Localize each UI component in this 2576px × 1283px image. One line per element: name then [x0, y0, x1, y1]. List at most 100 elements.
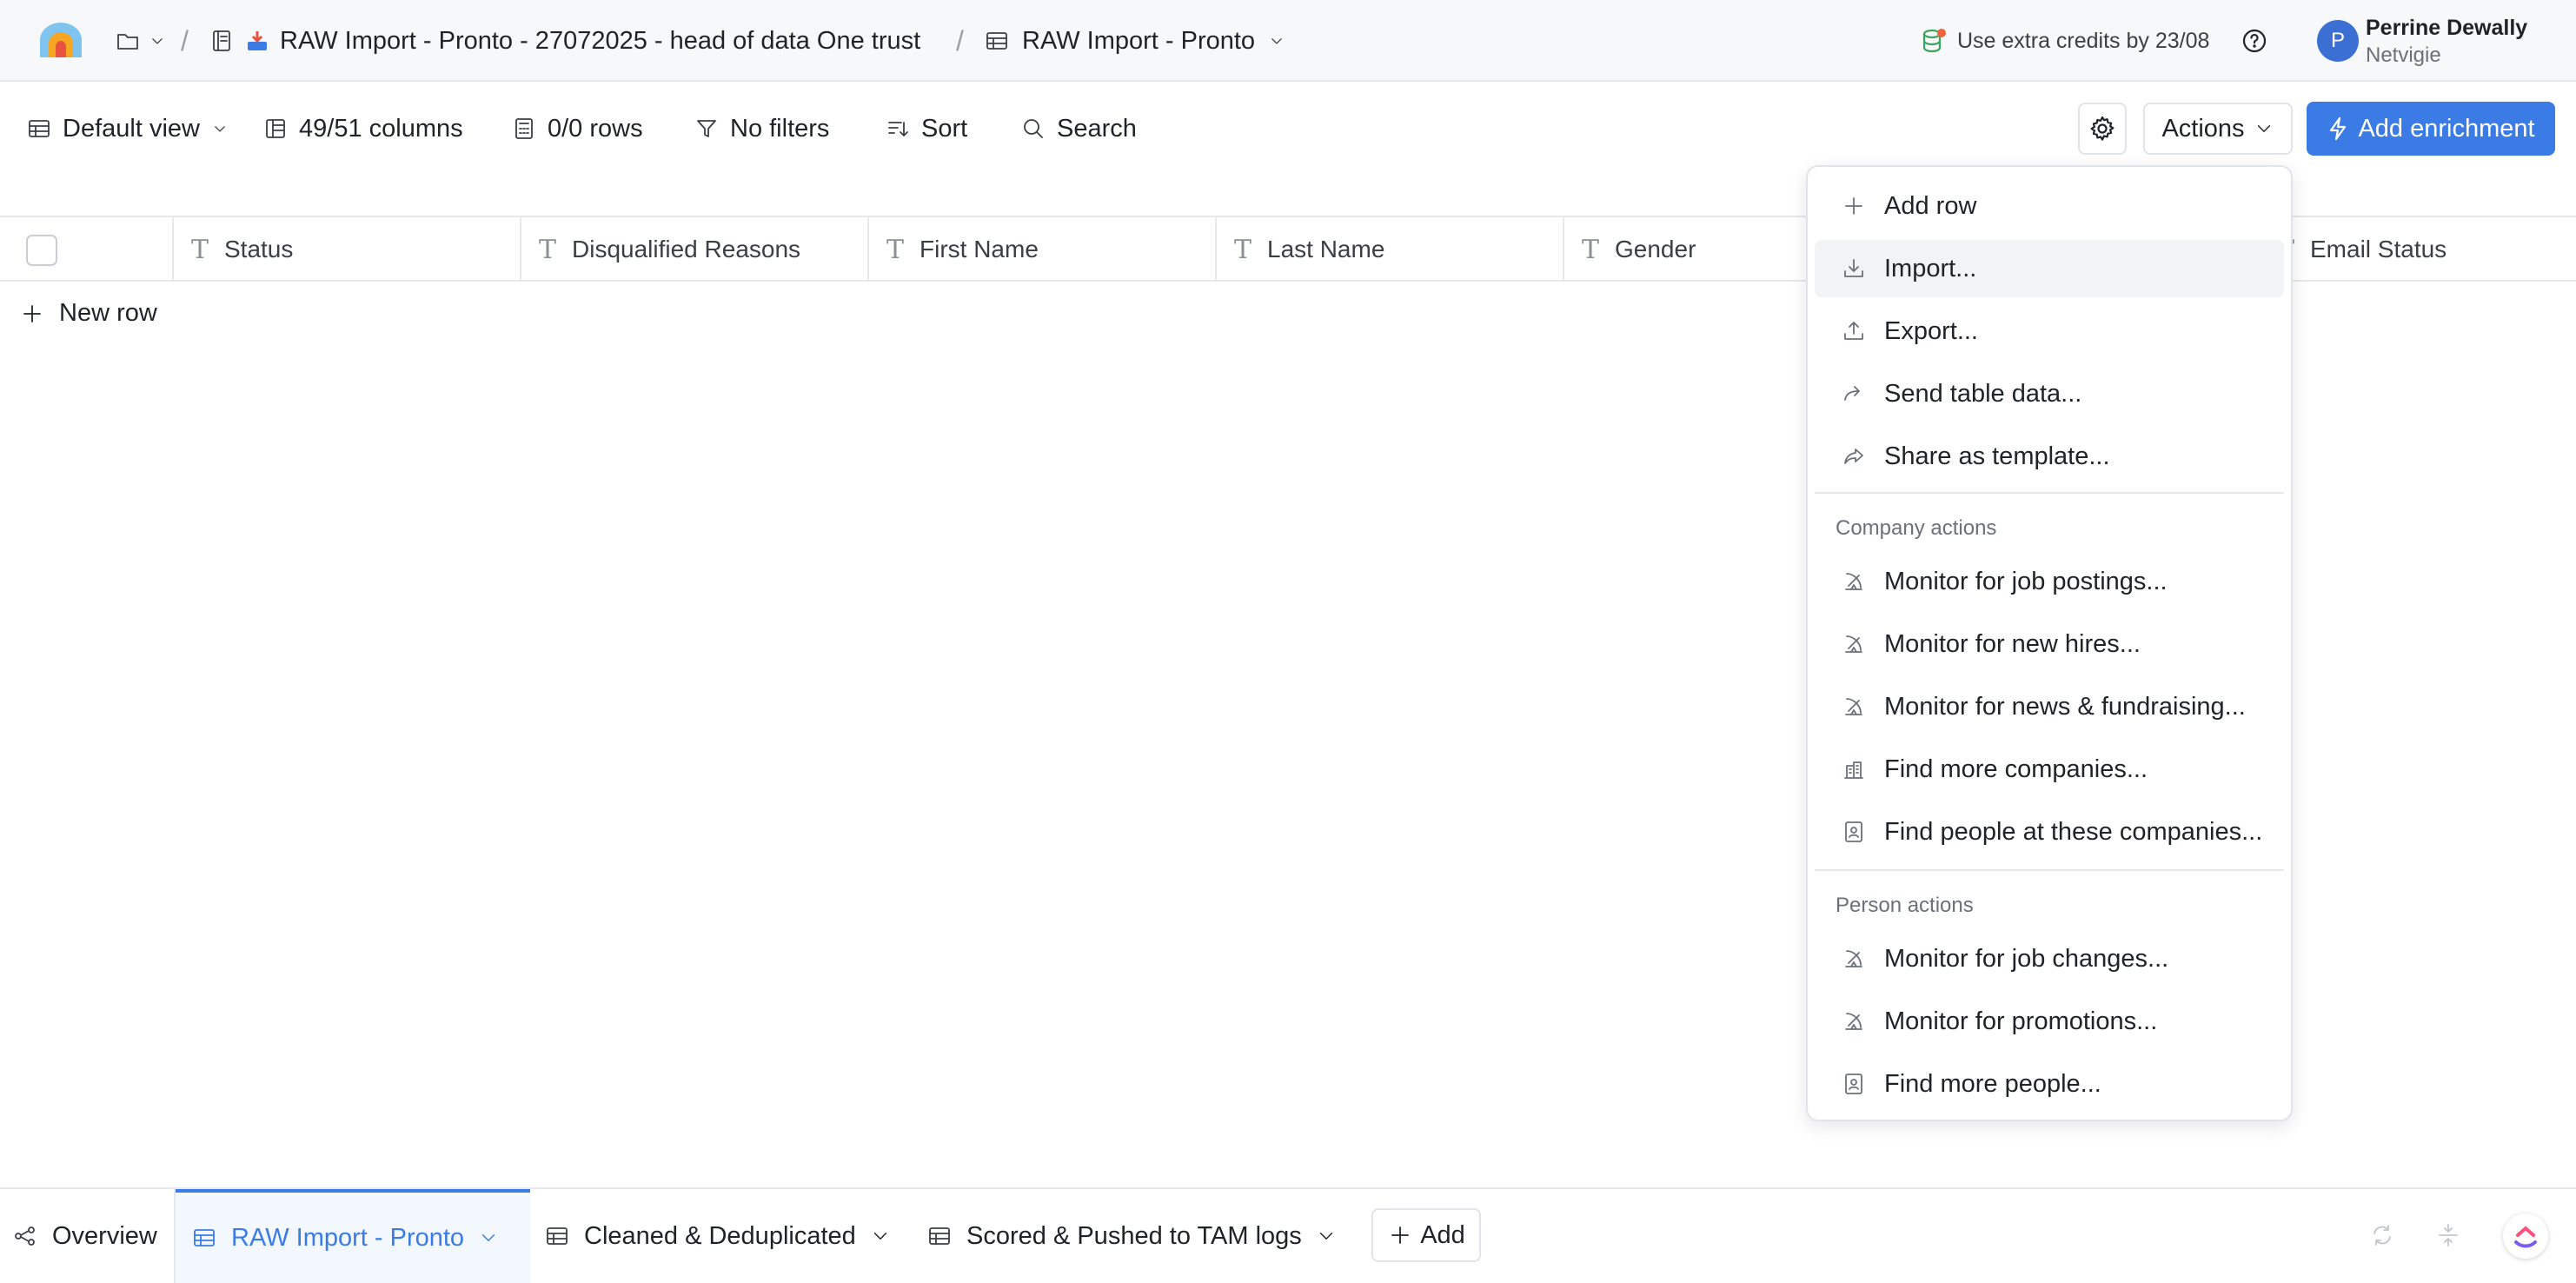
rows-label: 0/0 rows — [548, 114, 643, 143]
extra-credits-notice[interactable]: Use extra credits by 23/08 — [1919, 0, 2209, 82]
menu-item-share-as-template[interactable]: Share as template... — [1815, 428, 2284, 485]
table-icon — [194, 1229, 215, 1246]
column-header-email-status[interactable]: T Email Status — [2260, 217, 2576, 282]
workflow-icon — [15, 1226, 35, 1246]
settings-button[interactable] — [2078, 103, 2127, 155]
select-column — [0, 217, 174, 282]
calculator-icon — [515, 118, 533, 139]
breadcrumb-document[interactable]: RAW Import - Pronto - 27072025 - head of… — [209, 0, 920, 82]
menu-item-find-people-at-companies[interactable]: Find people at these companies... — [1815, 803, 2284, 861]
add-enrichment-button[interactable]: Add enrichment — [2307, 102, 2555, 156]
filter-icon — [697, 120, 716, 137]
tab-cleaned-deduplicated[interactable]: Cleaned & Deduplicated — [544, 1189, 891, 1283]
user-avatar[interactable]: P — [2317, 20, 2359, 62]
menu-item-label: Import... — [1884, 254, 1977, 283]
breadcrumb-document-label: RAW Import - Pronto - 27072025 - head of… — [280, 26, 921, 55]
menu-item-label: Send table data... — [1884, 379, 2082, 408]
column-header-label: Gender — [1615, 236, 1696, 263]
columns-button[interactable]: 49/51 columns — [262, 83, 463, 174]
contact-card-icon — [1845, 821, 1862, 842]
share-icon — [1844, 449, 1863, 464]
menu-item-label: Monitor for news & fundraising... — [1884, 692, 2246, 721]
select-all-checkbox[interactable] — [26, 235, 57, 266]
rows-button[interactable]: 0/0 rows — [511, 83, 643, 174]
menu-item-import[interactable]: Import... — [1815, 240, 2284, 297]
help-icon[interactable] — [2241, 27, 2268, 55]
menu-item-label: Monitor for promotions... — [1884, 1007, 2158, 1035]
view-selector-label: Default view — [63, 114, 200, 143]
view-selector[interactable]: Default view — [26, 83, 229, 174]
filters-button[interactable]: No filters — [694, 83, 829, 174]
menu-item-label: Monitor for job postings... — [1884, 567, 2168, 595]
folder-dropdown[interactable] — [115, 0, 167, 82]
top-bar: / RAW Import - Pronto - 27072025 - head … — [0, 0, 2576, 82]
menu-item-label: Export... — [1884, 316, 1978, 345]
text-type-icon: T — [1234, 234, 1252, 265]
search-icon — [1024, 119, 1043, 138]
menu-item-send-table-data[interactable]: Send table data... — [1815, 365, 2284, 422]
column-header-disqualified-reasons[interactable]: T Disqualified Reasons — [521, 217, 869, 282]
tab-overview[interactable]: Overview — [12, 1189, 157, 1283]
column-header-last-name[interactable]: T Last Name — [1217, 217, 1564, 282]
refresh-icon[interactable] — [2369, 1222, 2395, 1248]
extra-credits-label: Use extra credits by 23/08 — [1957, 28, 2210, 53]
menu-item-monitor-job-changes[interactable]: Monitor for job changes... — [1815, 930, 2284, 987]
building-icon — [1844, 761, 1863, 779]
column-header-label: Status — [224, 236, 294, 263]
menu-divider — [1815, 869, 2284, 871]
column-header-label: Email Status — [2310, 236, 2447, 263]
menu-item-label: Monitor for job changes... — [1884, 944, 2169, 973]
chevron-down-icon — [481, 1234, 495, 1241]
text-type-icon: T — [1582, 234, 1600, 265]
actions-dropdown-button[interactable]: Actions — [2143, 103, 2293, 155]
sort-button[interactable]: Sort — [885, 83, 967, 174]
contact-card-icon — [1845, 1074, 1862, 1094]
app-logo-icon[interactable] — [37, 21, 85, 59]
menu-item-find-more-people[interactable]: Find more people... — [1815, 1055, 2284, 1113]
column-header-label: Disqualified Reasons — [572, 236, 801, 263]
menu-item-add-row[interactable]: Add row — [1815, 177, 2284, 235]
text-type-icon: T — [539, 234, 557, 265]
monitor-satellite-icon — [1845, 698, 1862, 715]
gear-icon — [2090, 116, 2115, 141]
credits-coins-icon — [1922, 29, 1946, 53]
menu-item-monitor-promotions[interactable]: Monitor for promotions... — [1815, 993, 2284, 1050]
columns-label: 49/51 columns — [299, 114, 463, 143]
column-header-label: First Name — [920, 236, 1039, 263]
chevron-down-icon — [152, 38, 163, 44]
column-header-first-name[interactable]: T First Name — [869, 217, 1217, 282]
menu-item-monitor-new-hires[interactable]: Monitor for new hires... — [1815, 615, 2284, 673]
column-header-status[interactable]: T Status — [174, 217, 521, 282]
monitor-satellite-icon — [1845, 1013, 1862, 1030]
tab-raw-import-pronto[interactable]: RAW Import - Pronto — [176, 1189, 530, 1283]
breadcrumb-view[interactable]: RAW Import - Pronto — [984, 0, 1286, 82]
bottom-tab-bar: Overview RAW Import - Pronto Cleaned & D… — [0, 1187, 2576, 1283]
menu-item-find-more-companies[interactable]: Find more companies... — [1815, 741, 2284, 798]
search-button[interactable]: Search — [1020, 83, 1137, 174]
menu-divider — [1815, 492, 2284, 494]
export-icon — [1844, 322, 1863, 340]
breadcrumb-view-label: RAW Import - Pronto — [1022, 26, 1256, 55]
menu-item-export[interactable]: Export... — [1815, 302, 2284, 360]
clickup-assistant-icon[interactable] — [2503, 1213, 2548, 1259]
search-label: Search — [1057, 114, 1137, 143]
add-tab-label: Add — [1420, 1220, 1465, 1249]
add-tab-button[interactable]: Add — [1371, 1208, 1481, 1262]
new-row-label: New row — [59, 299, 157, 327]
menu-item-monitor-news-fundraising[interactable]: Monitor for news & fundraising... — [1815, 678, 2284, 735]
new-row-button[interactable]: New row — [19, 299, 157, 328]
breadcrumb-separator: / — [956, 24, 964, 57]
menu-item-monitor-job-postings[interactable]: Monitor for job postings... — [1815, 553, 2284, 610]
actions-menu: Add row Import... Export... Send table d… — [1806, 165, 2293, 1121]
menu-item-label: Monitor for new hires... — [1884, 629, 2141, 658]
chevron-down-icon — [215, 126, 225, 132]
sort-label: Sort — [921, 114, 968, 143]
tab-scored-pushed-tam-logs[interactable]: Scored & Pushed to TAM logs — [926, 1189, 1337, 1283]
forward-arrow-icon — [1844, 386, 1860, 401]
table-icon — [29, 120, 50, 137]
menu-item-label: Find people at these companies... — [1884, 817, 2263, 846]
filters-label: No filters — [730, 114, 830, 143]
collapse-icon[interactable] — [2435, 1222, 2461, 1248]
table-icon — [929, 1227, 950, 1245]
breadcrumb-separator: / — [181, 24, 189, 57]
